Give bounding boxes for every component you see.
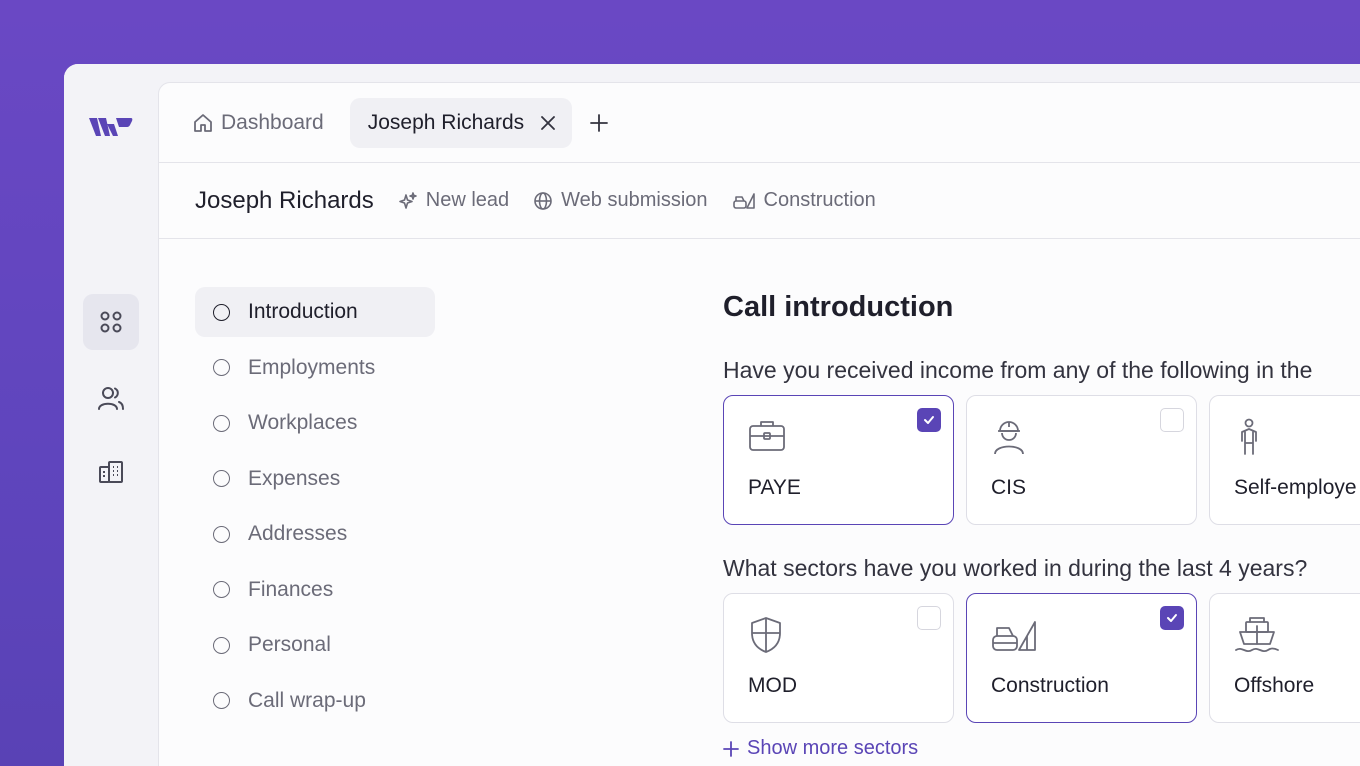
step-workplaces[interactable]: Workplaces <box>195 398 435 448</box>
step-label: Personal <box>248 633 331 656</box>
construction-icon <box>732 191 756 211</box>
step-label: Expenses <box>248 466 341 490</box>
main-panel: Dashboard Joseph Richards Joseph Richard… <box>158 82 1360 766</box>
option-label: CIS <box>991 476 1027 499</box>
step-label: Employments <box>248 355 376 379</box>
option-label: MOD <box>748 674 797 697</box>
hardhat-worker-icon <box>991 418 1027 456</box>
close-icon[interactable] <box>540 115 556 131</box>
option-offshore[interactable]: Offshore <box>1209 593 1360 723</box>
step-label: Workplaces <box>248 411 358 434</box>
step-label: Finances <box>248 577 334 601</box>
nav-users[interactable] <box>83 370 139 426</box>
construction-icon <box>991 616 1037 654</box>
tab-bar: Dashboard Joseph Richards <box>159 83 1360 163</box>
step-status-icon <box>213 470 230 487</box>
show-more-sectors-button[interactable]: Show more sectors <box>723 737 1360 760</box>
person-icon <box>1234 418 1264 456</box>
ship-icon <box>1234 616 1280 654</box>
building-icon <box>99 461 123 483</box>
home-icon <box>193 113 213 133</box>
option-construction[interactable]: Construction <box>966 593 1197 723</box>
briefcase-icon <box>748 418 786 452</box>
nav-buildings[interactable] <box>83 444 139 500</box>
step-call-wrap-up[interactable]: Call wrap-up <box>195 676 435 726</box>
question-income: Have you received income from any of the… <box>723 357 1313 383</box>
add-tab-icon[interactable] <box>590 113 609 132</box>
checkbox-checked-icon[interactable] <box>917 408 941 432</box>
checkbox-unchecked-icon[interactable] <box>1160 408 1184 432</box>
globe-icon <box>533 191 553 211</box>
question-sectors: What sectors have you worked in during t… <box>723 555 1308 581</box>
section-title: Call introduction <box>723 291 954 323</box>
tab-dashboard-label: Dashboard <box>221 110 324 134</box>
tag-new-lead-label: New lead <box>425 189 510 211</box>
record-header: Joseph Richards New lead Web submission <box>159 163 1360 239</box>
tab-joseph-richards[interactable]: Joseph Richards <box>349 97 573 148</box>
tag-construction: Construction <box>732 189 876 212</box>
tag-web-submission: Web submission <box>533 189 708 212</box>
tag-new-lead: New lead <box>398 189 509 212</box>
step-label: Introduction <box>248 300 358 323</box>
step-label: Call wrap-up <box>248 688 366 712</box>
option-cis[interactable]: CIS <box>966 395 1197 525</box>
nav-rail <box>64 64 158 766</box>
page-title: Joseph Richards <box>195 186 374 214</box>
step-personal[interactable]: Personal <box>195 620 435 670</box>
step-introduction[interactable]: Introduction <box>195 287 435 337</box>
step-status-icon <box>213 581 230 598</box>
step-status-icon <box>213 359 230 376</box>
tag-construction-label: Construction <box>763 189 876 211</box>
sparkle-icon <box>398 191 418 211</box>
tag-web-submission-label: Web submission <box>561 189 708 211</box>
step-finances[interactable]: Finances <box>195 565 435 615</box>
step-status-icon <box>213 636 230 654</box>
option-label: Construction <box>991 674 1109 697</box>
tab-active-label: Joseph Richards <box>367 110 525 134</box>
step-expenses[interactable]: Expenses <box>195 454 435 504</box>
nav-apps[interactable] <box>83 294 139 350</box>
users-icon <box>98 387 124 410</box>
option-label: Self-employe <box>1234 476 1357 499</box>
step-addresses[interactable]: Addresses <box>195 509 435 559</box>
shield-icon <box>748 616 784 654</box>
step-status-icon <box>213 525 230 543</box>
logo <box>89 118 133 136</box>
step-status-icon <box>213 303 230 321</box>
checkbox-checked-icon[interactable] <box>1160 606 1184 630</box>
plus-icon <box>723 740 739 757</box>
option-label: Offshore <box>1234 674 1315 697</box>
option-label: PAYE <box>748 476 801 499</box>
checkbox-unchecked-icon[interactable] <box>917 606 941 630</box>
option-self-employed[interactable]: Self-employe <box>1209 395 1360 525</box>
step-employments[interactable]: Employments <box>195 343 435 393</box>
step-status-icon <box>213 414 230 432</box>
app-window: Dashboard Joseph Richards Joseph Richard… <box>64 64 1360 766</box>
step-status-icon <box>213 692 230 709</box>
step-list: Introduction Employments Workplaces Expe… <box>195 287 435 731</box>
option-paye[interactable]: PAYE <box>723 395 954 525</box>
income-options: PAYE CIS Self-employe <box>723 395 1360 525</box>
sector-options: MOD Construction Offshore <box>723 593 1360 723</box>
show-more-label: Show more sectors <box>747 737 919 759</box>
step-label: Addresses <box>248 522 348 545</box>
tab-dashboard[interactable]: Dashboard <box>193 98 338 148</box>
option-mod[interactable]: MOD <box>723 593 954 723</box>
grid-icon <box>100 311 122 333</box>
form-content: Call introduction Have you received inco… <box>723 287 1360 760</box>
